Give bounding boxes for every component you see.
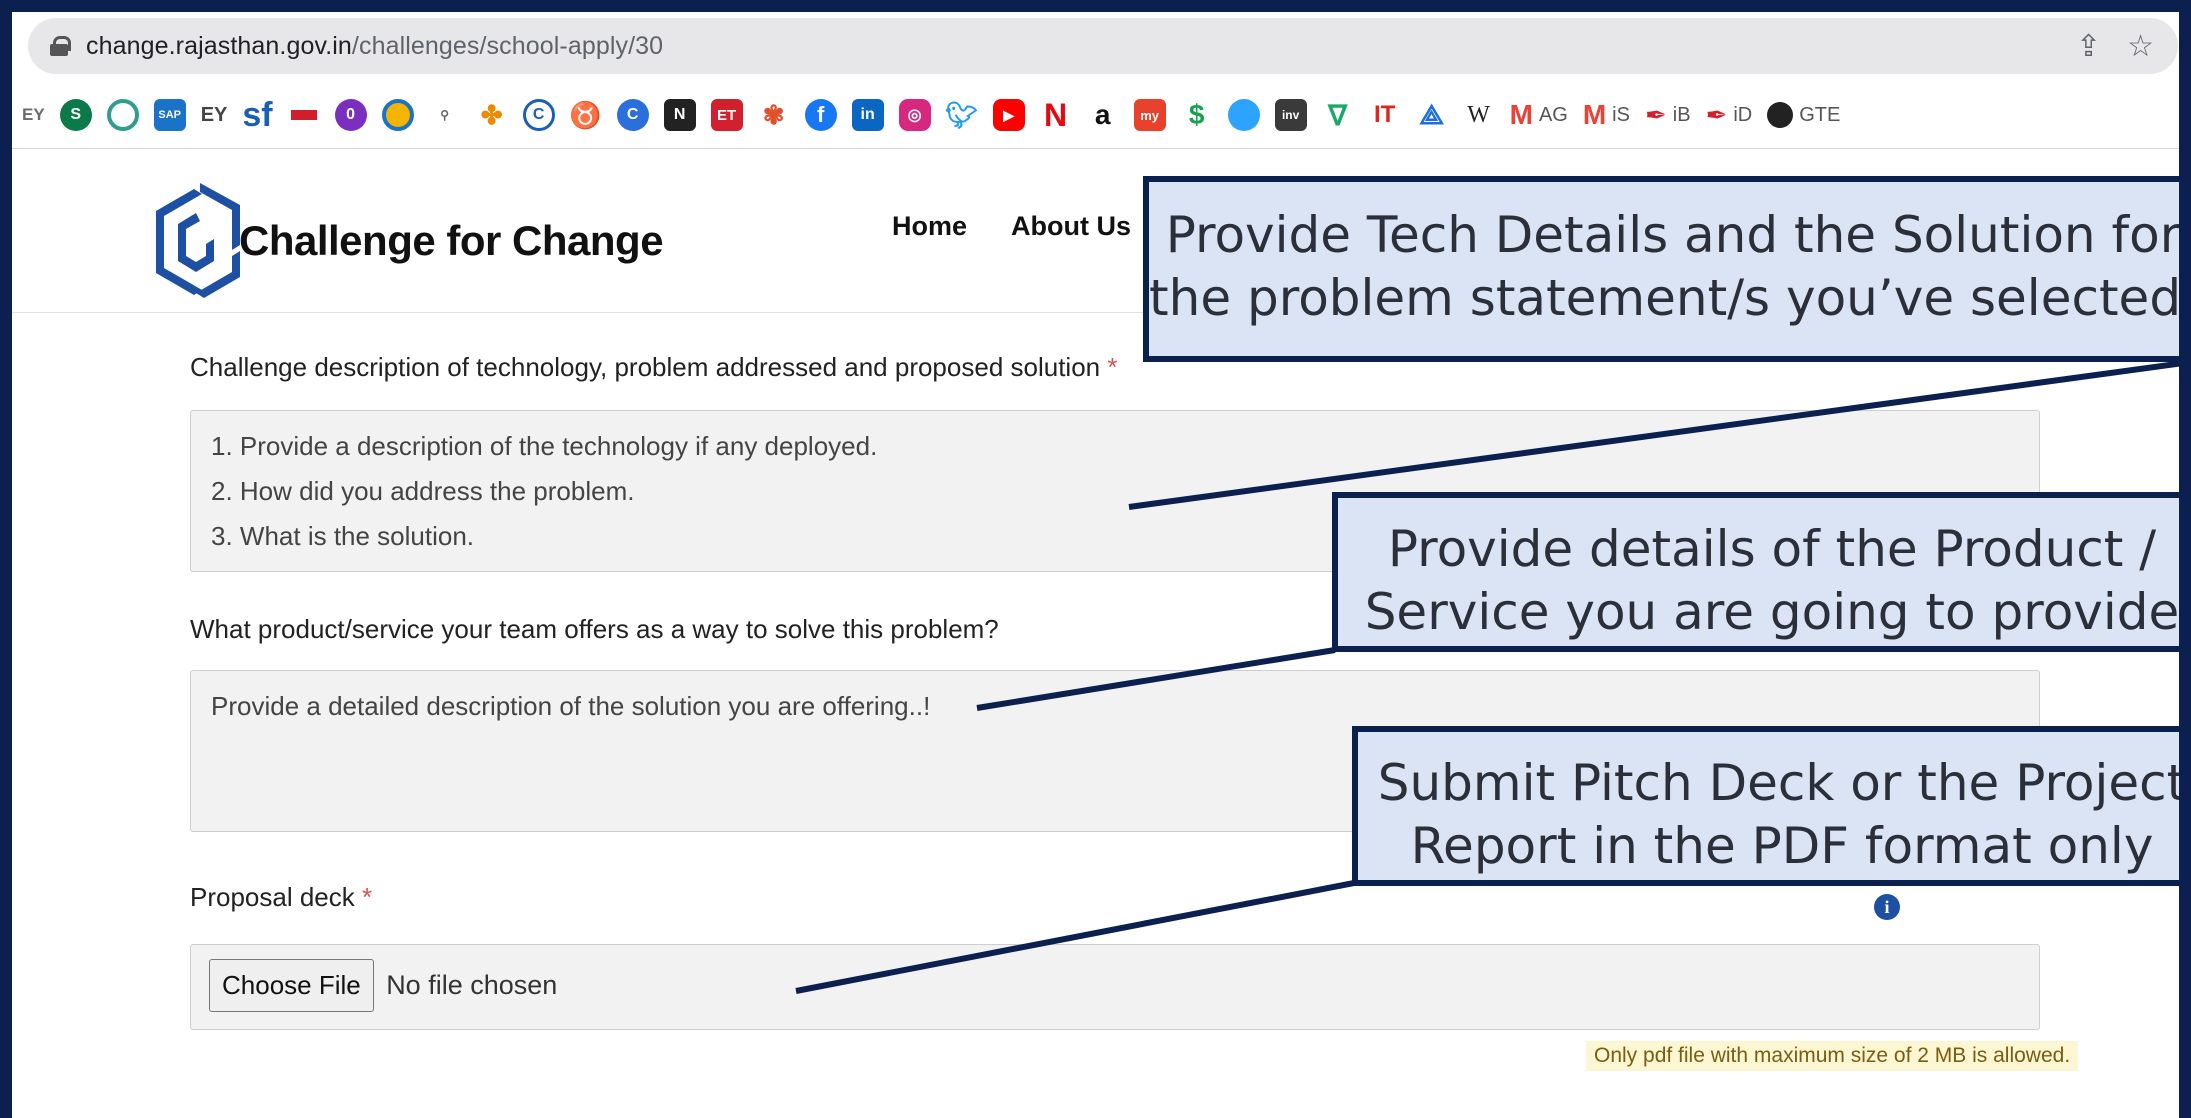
leader-line-product (976, 647, 1336, 711)
leader-line-tech (1128, 359, 2191, 510)
leader-line-deck (795, 880, 1355, 994)
callout-leader-lines (795, 359, 2191, 994)
